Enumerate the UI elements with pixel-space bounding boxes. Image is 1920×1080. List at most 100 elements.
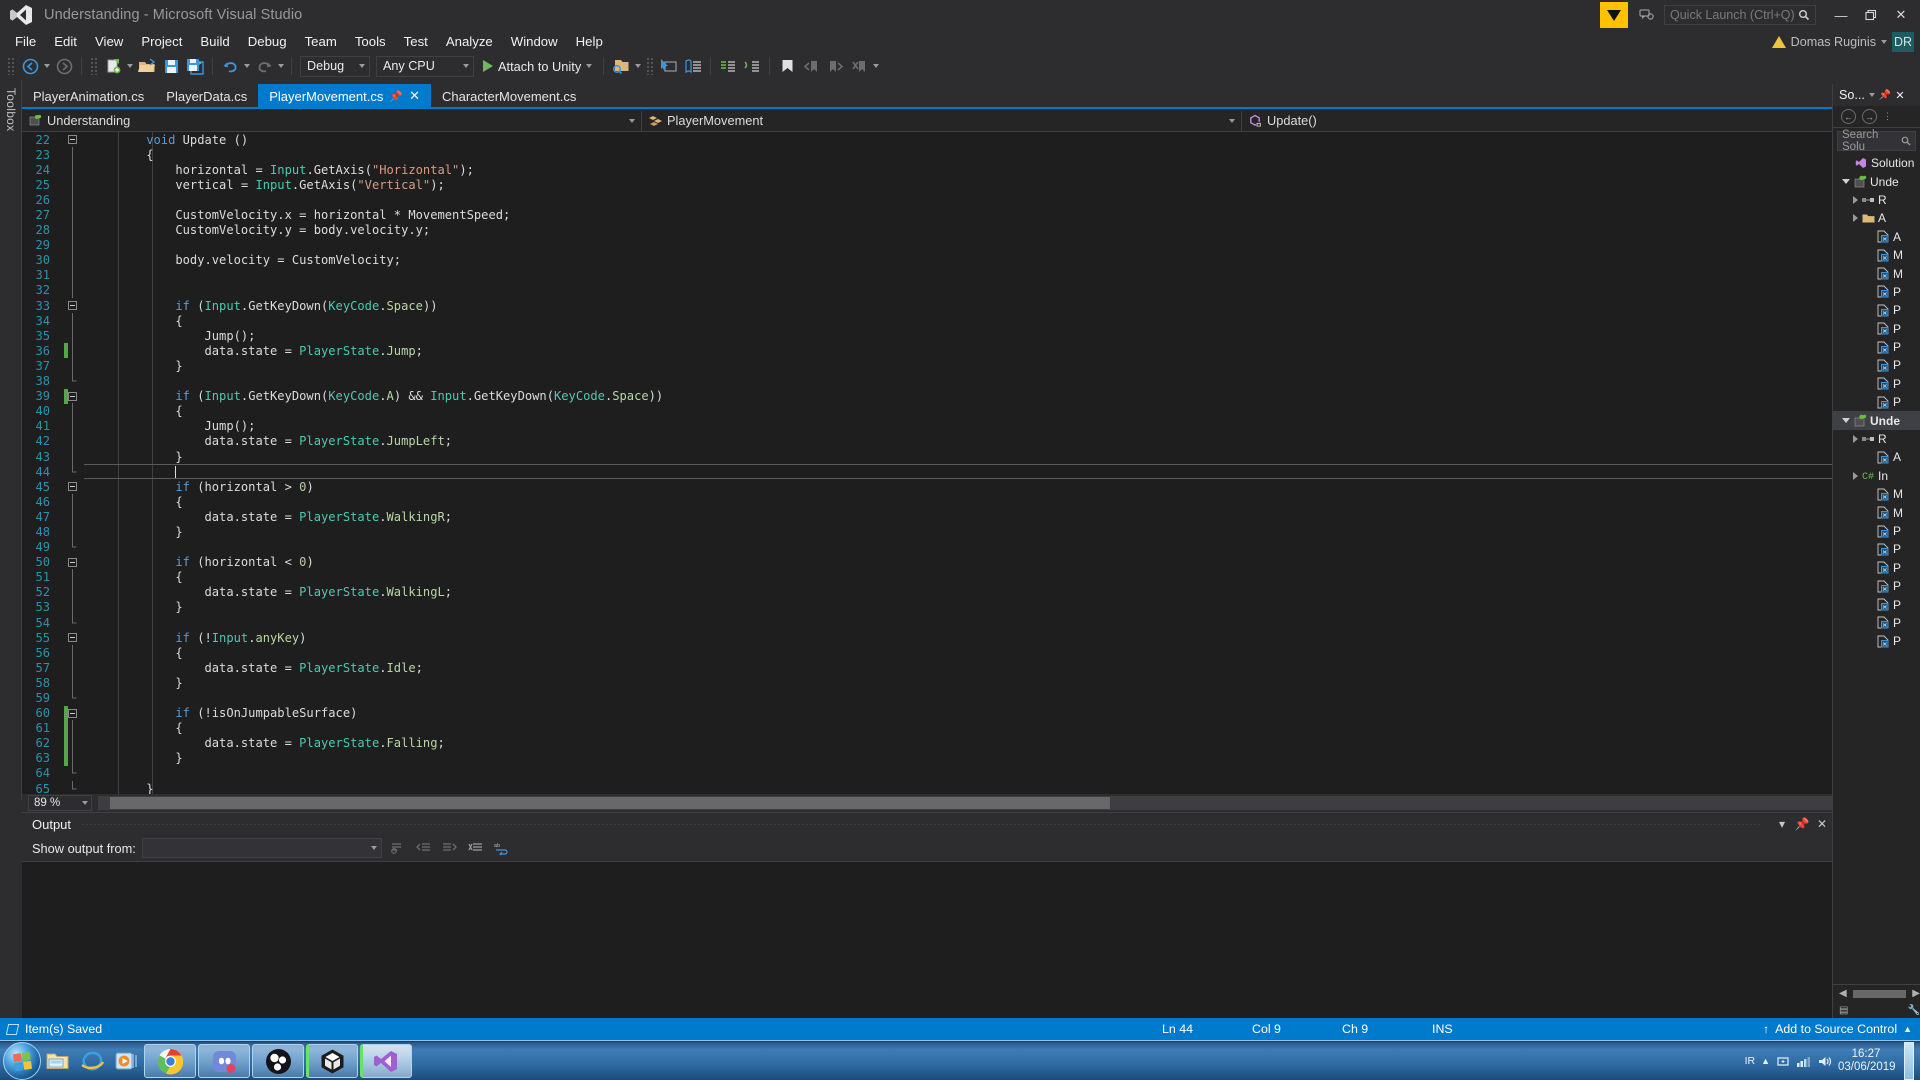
find-in-files-icon[interactable] [609,54,633,78]
code-editor[interactable]: 22 void Update () 23 {24 horizontal = Inp… [22,132,1832,794]
toggle-word-wrap-icon[interactable]: ab [492,839,512,857]
close-tab-icon[interactable]: ✕ [409,88,420,104]
code-line[interactable]: 44 [22,463,1832,480]
code-line-content[interactable]: data.state = PlayerState.Falling; [84,736,1832,751]
back-icon[interactable]: ← [1841,109,1856,124]
code-line[interactable]: 26 [22,191,1832,208]
code-line[interactable]: 52 data.state = PlayerState.WalkingL; [22,584,1832,601]
code-line[interactable]: 37 } [22,357,1832,374]
file-explorer-icon[interactable] [41,1043,75,1079]
solution-tree-item[interactable]: P [1833,283,1920,301]
menu-team[interactable]: Team [296,32,346,51]
close-icon[interactable]: ✕ [1812,815,1832,833]
solution-tree-item[interactable]: P [1833,375,1920,393]
scroll-right-icon[interactable]: ▶ [1912,988,1920,999]
previous-bookmark-icon[interactable] [799,54,823,78]
code-line-content[interactable]: data.state = PlayerState.WalkingR; [84,509,1832,524]
code-line-content[interactable] [84,540,1832,555]
toolbar-overflow-icon[interactable] [873,64,880,68]
solution-tree-item[interactable]: P [1833,301,1920,319]
code-line-content[interactable]: if (Input.GetKeyDown(KeyCode.A) && Input… [84,389,1832,404]
code-line[interactable]: 34 { [22,312,1832,329]
toolbar-grip[interactable] [7,57,15,75]
navigate-to-icon[interactable] [657,54,681,78]
quick-launch-input[interactable] [1670,8,1794,22]
code-line[interactable]: 35 Jump(); [22,327,1832,344]
solution-explorer-icon[interactable] [681,54,705,78]
collapse-region-icon[interactable] [68,633,84,643]
avatar[interactable]: DR [1892,32,1914,52]
code-line[interactable]: 64 [22,765,1832,781]
code-line-content[interactable]: { [84,313,1832,328]
uncomment-selection-icon[interactable] [740,54,764,78]
back-dropdown-icon[interactable] [44,64,50,68]
solution-tree-item[interactable]: Unde [1833,172,1920,190]
windows-start-orb-icon[interactable] [3,1042,41,1080]
feedback-funnel-icon[interactable] [1600,2,1628,28]
code-line[interactable]: 29 [22,237,1832,254]
code-line-content[interactable]: if (horizontal > 0) [84,479,1832,494]
code-line-content[interactable] [84,283,1832,298]
code-lines-container[interactable]: 22 void Update () 23 {24 horizontal = Inp… [22,132,1832,794]
chevron-up-icon[interactable]: ▲ [1903,1024,1912,1034]
navigate-back-icon[interactable] [18,54,42,78]
user-account-area[interactable]: Domas Ruginis DR [1771,31,1914,53]
code-line-content[interactable]: } [84,781,1832,794]
menu-file[interactable]: File [6,32,45,51]
code-line-content[interactable] [84,238,1832,253]
solution-tree-item[interactable]: P [1833,595,1920,613]
expand-triangle-icon[interactable] [1853,195,1858,204]
quick-launch-box[interactable] [1664,5,1816,25]
minimize-button[interactable]: — [1826,1,1856,29]
code-line-content[interactable]: } [84,600,1832,615]
windows-media-player-icon[interactable] [109,1043,143,1079]
code-line-content[interactable]: { [84,721,1832,736]
pin-icon[interactable]: 📌 [389,90,403,103]
solution-tree-item[interactable]: P [1833,393,1920,411]
pin-icon[interactable]: 📌 [1879,90,1891,101]
code-line-content[interactable] [84,374,1832,389]
collapse-region-icon[interactable] [68,135,84,145]
solution-tree-item[interactable]: P [1833,614,1920,632]
code-line[interactable]: 59 [22,690,1832,705]
find-dropdown-icon[interactable] [635,64,642,68]
collapse-region-icon[interactable] [68,301,84,311]
taskbar-app-discord-icon[interactable] [198,1044,250,1078]
collapse-triangle-icon[interactable] [1842,418,1850,424]
code-line-content[interactable]: if (horizontal < 0) [84,555,1832,570]
code-line[interactable]: 50 if (horizontal < 0) [22,555,1832,570]
code-line[interactable]: 48 } [22,523,1832,540]
solution-tree-item[interactable]: P [1833,320,1920,338]
volume-icon[interactable] [1817,1055,1832,1068]
code-line[interactable]: 63 } [22,750,1832,767]
code-line-content[interactable]: } [84,675,1832,690]
solution-tree-item[interactable]: A [1833,228,1920,246]
clear-bookmarks-icon[interactable] [847,54,871,78]
tab-playeranimation[interactable]: PlayerAnimation.cs [22,84,156,108]
code-line[interactable]: 32 [22,282,1832,299]
code-line-content[interactable]: Jump(); [84,328,1832,343]
taskbar-app-unity-icon[interactable] [306,1044,358,1078]
code-line[interactable]: 23 { [22,146,1832,163]
code-line[interactable]: 54 [22,614,1832,630]
editor-horizontal-scrollbar[interactable] [98,796,1832,810]
new-item-dropdown-icon[interactable] [127,64,133,68]
menu-build[interactable]: Build [191,32,238,51]
code-line-content[interactable]: CustomVelocity.x = horizontal * Movement… [84,207,1832,222]
next-bookmark-icon[interactable] [823,54,847,78]
expand-triangle-icon[interactable] [1853,471,1858,480]
expand-triangle-icon[interactable] [1853,214,1858,223]
solution-tree-item[interactable]: P [1833,577,1920,595]
code-line[interactable]: 46 { [22,493,1832,510]
new-item-icon[interactable] [101,54,125,78]
code-line[interactable]: 36 data.state = PlayerState.Jump; [22,342,1832,359]
code-line-content[interactable]: } [84,751,1832,766]
home-icon[interactable]: ⋮ [1883,111,1892,122]
code-line[interactable]: 61 { [22,720,1832,737]
code-line[interactable]: 33 if (Input.GetKeyDown(KeyCode.Space)) [22,298,1832,313]
comment-selection-icon[interactable] [716,54,740,78]
notifications-icon[interactable] [1634,3,1658,27]
code-line-content[interactable]: } [84,449,1832,464]
code-line-content[interactable]: { [84,645,1832,660]
restore-button[interactable] [1856,1,1886,29]
